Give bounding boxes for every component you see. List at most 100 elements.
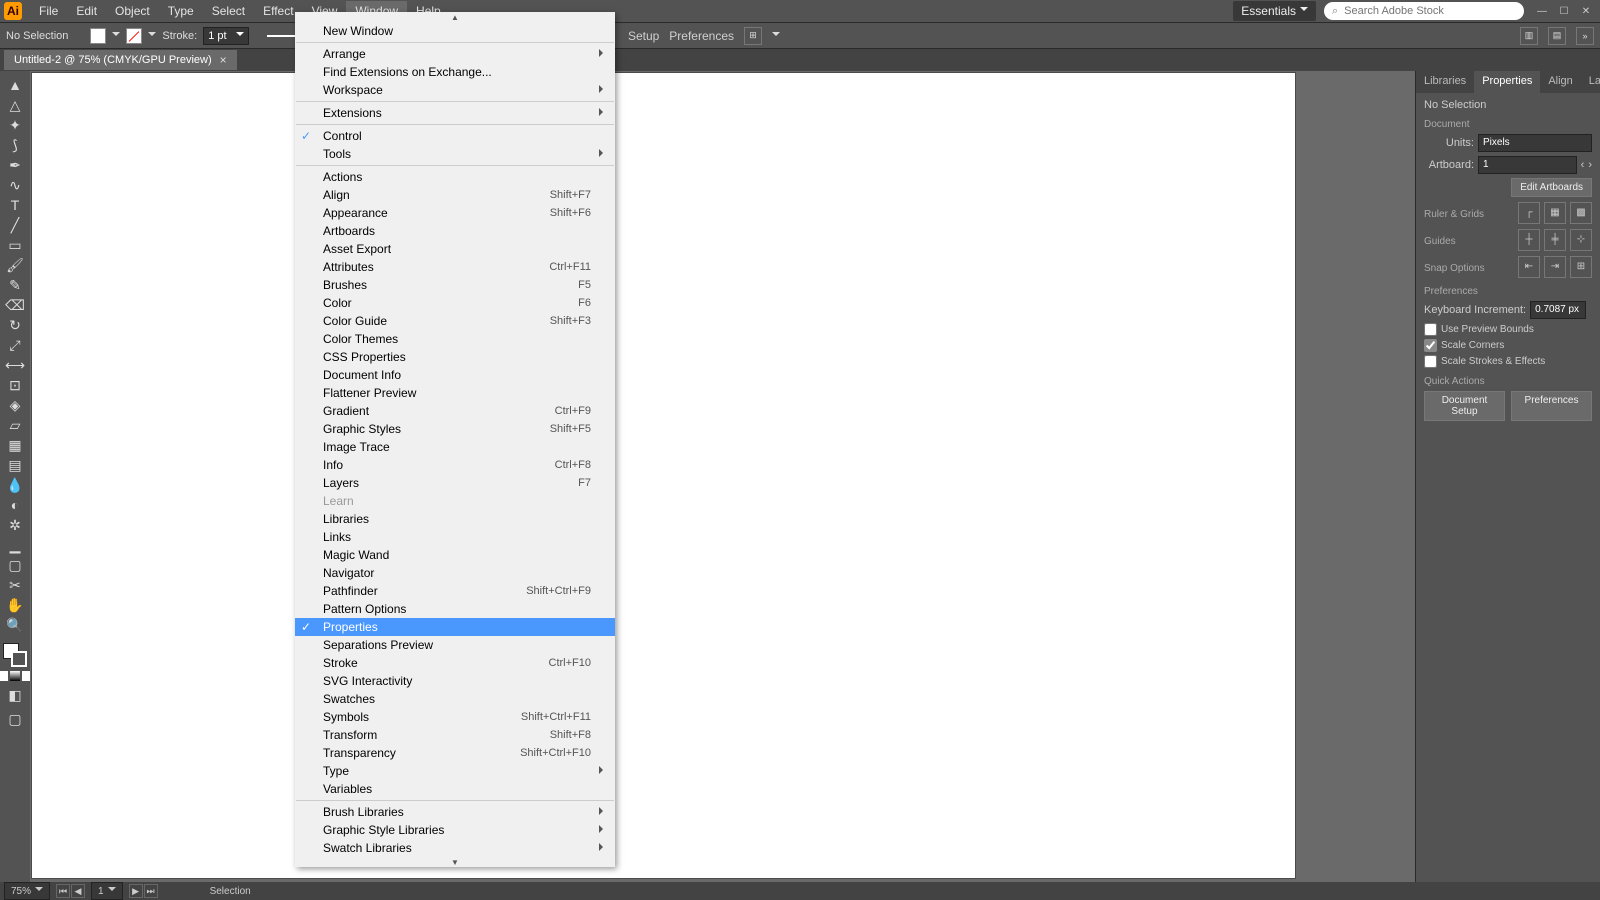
preferences-button[interactable]: Preferences bbox=[1511, 391, 1592, 421]
menu-item-type[interactable]: Type bbox=[295, 762, 615, 780]
document-setup-button[interactable]: Document Setup bbox=[1424, 391, 1505, 421]
menu-file[interactable]: File bbox=[30, 1, 67, 21]
kbd-increment-input[interactable]: 0.7087 px bbox=[1530, 301, 1586, 319]
units-select[interactable]: Pixels bbox=[1478, 134, 1592, 152]
workspace-switcher[interactable]: Essentials bbox=[1233, 1, 1316, 21]
menu-item-asset-export[interactable]: Asset Export bbox=[295, 240, 615, 258]
menu-item-color-themes[interactable]: Color Themes bbox=[295, 330, 615, 348]
slice-tool[interactable]: ✂ bbox=[4, 575, 26, 595]
stroke-swatch[interactable] bbox=[126, 28, 142, 44]
layout-icon-1[interactable]: ▥ bbox=[1520, 27, 1538, 45]
menu-item-css-properties[interactable]: CSS Properties bbox=[295, 348, 615, 366]
menu-item-document-info[interactable]: Document Info bbox=[295, 366, 615, 384]
menu-item-properties[interactable]: ✓Properties bbox=[295, 618, 615, 636]
zoom-field[interactable]: 75% bbox=[4, 882, 50, 900]
panel-tab-layers[interactable]: Layers bbox=[1581, 71, 1600, 93]
fill-swatch[interactable] bbox=[90, 28, 106, 44]
stroke-weight-input[interactable]: 1 pt bbox=[203, 27, 249, 45]
shaper-tool[interactable]: ✎ bbox=[4, 275, 26, 295]
panel-tab-properties[interactable]: Properties bbox=[1474, 71, 1540, 93]
menu-item-workspace[interactable]: Workspace bbox=[295, 81, 615, 99]
menu-item-graphic-styles[interactable]: Graphic StylesShift+F5 bbox=[295, 420, 615, 438]
scale-strokes-check[interactable]: Scale Strokes & Effects bbox=[1424, 355, 1592, 368]
mesh-tool[interactable]: ▦ bbox=[4, 435, 26, 455]
color-mode-icon[interactable] bbox=[0, 671, 8, 681]
hand-tool[interactable]: ✋ bbox=[4, 595, 26, 615]
menu-item-pathfinder[interactable]: PathfinderShift+Ctrl+F9 bbox=[295, 582, 615, 600]
menu-item-appearance[interactable]: AppearanceShift+F6 bbox=[295, 204, 615, 222]
last-artboard-button[interactable]: ⏭ bbox=[144, 884, 158, 898]
lasso-tool[interactable]: ⟆ bbox=[4, 135, 26, 155]
menu-item-extensions[interactable]: Extensions bbox=[295, 104, 615, 122]
scale-corners-check[interactable]: Scale Corners bbox=[1424, 339, 1592, 352]
menu-item-artboards[interactable]: Artboards bbox=[295, 222, 615, 240]
rectangle-tool[interactable]: ▭ bbox=[4, 235, 26, 255]
menu-object[interactable]: Object bbox=[106, 1, 159, 21]
line-tool[interactable]: ╱ bbox=[4, 215, 26, 235]
smart-guides-icon[interactable]: ⊹ bbox=[1570, 229, 1592, 251]
width-tool[interactable]: ⟷ bbox=[4, 355, 26, 375]
direct-selection-tool[interactable]: △ bbox=[4, 95, 26, 115]
menu-item-symbols[interactable]: SymbolsShift+Ctrl+F11 bbox=[295, 708, 615, 726]
menu-item-tools[interactable]: Tools bbox=[295, 145, 615, 163]
menu-type[interactable]: Type bbox=[159, 1, 203, 21]
edit-artboards-button[interactable]: Edit Artboards bbox=[1511, 178, 1592, 197]
menu-item-graphic-style-libraries[interactable]: Graphic Style Libraries bbox=[295, 821, 615, 839]
minimize-button[interactable]: — bbox=[1532, 3, 1552, 19]
align-control-icon[interactable]: ⊞ bbox=[744, 27, 762, 45]
menu-item-flattener-preview[interactable]: Flattener Preview bbox=[295, 384, 615, 402]
menu-item-gradient[interactable]: GradientCtrl+F9 bbox=[295, 402, 615, 420]
layout-icon-2[interactable]: ▤ bbox=[1548, 27, 1566, 45]
eraser-tool[interactable]: ⌫ bbox=[4, 295, 26, 315]
close-tab-icon[interactable]: × bbox=[220, 53, 227, 67]
menu-item-svg-interactivity[interactable]: SVG Interactivity bbox=[295, 672, 615, 690]
scale-tool[interactable]: ⤢ bbox=[4, 335, 26, 355]
menu-item-stroke[interactable]: StrokeCtrl+F10 bbox=[295, 654, 615, 672]
menu-item-actions[interactable]: Actions bbox=[295, 168, 615, 186]
menu-item-new-window[interactable]: New Window bbox=[295, 22, 615, 40]
artboard-select[interactable]: 1 bbox=[1478, 156, 1577, 174]
menu-item-color-guide[interactable]: Color GuideShift+F3 bbox=[295, 312, 615, 330]
guides-visibility-icon[interactable]: ┼ bbox=[1518, 229, 1540, 251]
next-artboard-icon[interactable]: › bbox=[1588, 159, 1592, 171]
curvature-tool[interactable]: ∿ bbox=[4, 175, 26, 195]
expand-panel-icon[interactable]: » bbox=[1576, 27, 1594, 45]
menu-item-transparency[interactable]: TransparencyShift+Ctrl+F10 bbox=[295, 744, 615, 762]
panel-tab-libraries[interactable]: Libraries bbox=[1416, 71, 1474, 93]
menu-item-find-extensions-on-exchange-[interactable]: Find Extensions on Exchange... bbox=[295, 63, 615, 81]
menu-scroll-down-icon[interactable]: ▼ bbox=[295, 857, 615, 867]
snap-point-icon[interactable]: ⇥ bbox=[1544, 256, 1566, 278]
menu-item-swatches[interactable]: Swatches bbox=[295, 690, 615, 708]
menu-item-brush-libraries[interactable]: Brush Libraries bbox=[295, 803, 615, 821]
menu-scroll-up-icon[interactable]: ▲ bbox=[295, 12, 615, 22]
transparency-grid-icon[interactable]: ▩ bbox=[1570, 202, 1592, 224]
chevron-down-icon[interactable] bbox=[112, 29, 120, 43]
artboard-tool[interactable]: ▢ bbox=[4, 555, 26, 575]
rotate-tool[interactable]: ↻ bbox=[4, 315, 26, 335]
menu-item-transform[interactable]: TransformShift+F8 bbox=[295, 726, 615, 744]
magic-wand-tool[interactable]: ✦ bbox=[4, 115, 26, 135]
menu-edit[interactable]: Edit bbox=[67, 1, 106, 21]
ruler-icon[interactable]: ┌ bbox=[1518, 202, 1540, 224]
type-tool[interactable]: T bbox=[4, 195, 26, 215]
menu-item-swatch-libraries[interactable]: Swatch Libraries bbox=[295, 839, 615, 857]
maximize-button[interactable]: ☐ bbox=[1554, 3, 1574, 19]
preferences-link[interactable]: Preferences bbox=[669, 29, 734, 43]
menu-item-navigator[interactable]: Navigator bbox=[295, 564, 615, 582]
menu-item-libraries[interactable]: Libraries bbox=[295, 510, 615, 528]
snap-pixel-icon[interactable]: ⇤ bbox=[1518, 256, 1540, 278]
document-setup-link[interactable]: Setup bbox=[628, 29, 659, 43]
search-input[interactable] bbox=[1344, 5, 1516, 17]
canvas-area[interactable] bbox=[30, 71, 1415, 882]
selection-tool[interactable]: ▲ bbox=[4, 75, 26, 95]
prev-artboard-button[interactable]: ◀ bbox=[71, 884, 85, 898]
artboard-nav-field[interactable]: 1 bbox=[91, 882, 123, 900]
draw-mode-icon[interactable]: ◧ bbox=[4, 685, 26, 705]
menu-item-color[interactable]: ColorF6 bbox=[295, 294, 615, 312]
menu-item-layers[interactable]: LayersF7 bbox=[295, 474, 615, 492]
menu-item-pattern-options[interactable]: Pattern Options bbox=[295, 600, 615, 618]
perspective-tool[interactable]: ▱ bbox=[4, 415, 26, 435]
menu-item-brushes[interactable]: BrushesF5 bbox=[295, 276, 615, 294]
menu-item-control[interactable]: ✓Control bbox=[295, 127, 615, 145]
menu-item-attributes[interactable]: AttributesCtrl+F11 bbox=[295, 258, 615, 276]
